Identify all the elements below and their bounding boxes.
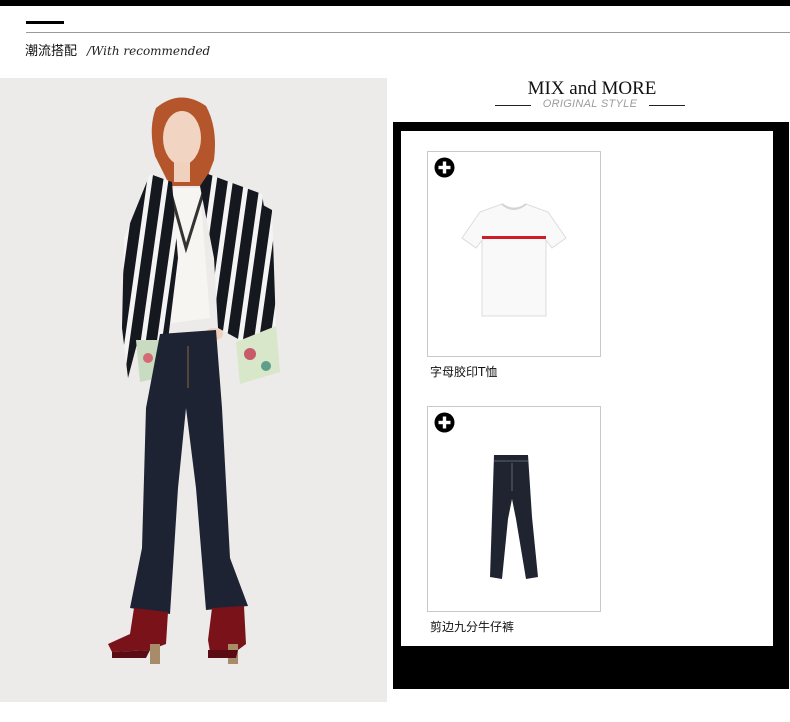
model-outfit-photo [0, 78, 387, 702]
heading-accent-line [26, 21, 64, 24]
mix-subtitle: ORIGINAL STYLE [542, 98, 638, 110]
section-subtitle: /With recommended [87, 44, 211, 58]
products-list: 字母胶印T恤 剪边九分牛仔裤 [401, 131, 773, 646]
tshirt-image [461, 203, 567, 317]
heading-divider [26, 32, 790, 33]
mix-title: MIX and MORE [527, 78, 657, 99]
product-name-jeans[interactable]: 剪边九分牛仔裤 [430, 618, 514, 635]
plus-icon[interactable] [434, 157, 455, 178]
products-panel: 字母胶印T恤 剪边九分牛仔裤 [393, 122, 789, 689]
jeans-image [490, 455, 538, 579]
top-black-bar [0, 0, 790, 6]
product-card-jeans[interactable] [427, 406, 601, 612]
section-title: 潮流搭配 [25, 44, 78, 59]
section-heading: 潮流搭配 /With recommended [25, 40, 210, 59]
plus-icon[interactable] [434, 412, 455, 433]
product-name-tshirt[interactable]: 字母胶印T恤 [430, 363, 497, 380]
subtitle-right-line [649, 105, 685, 106]
product-card-tshirt[interactable] [427, 151, 601, 357]
mix-subtitle-block: ORIGINAL STYLE [495, 98, 685, 112]
